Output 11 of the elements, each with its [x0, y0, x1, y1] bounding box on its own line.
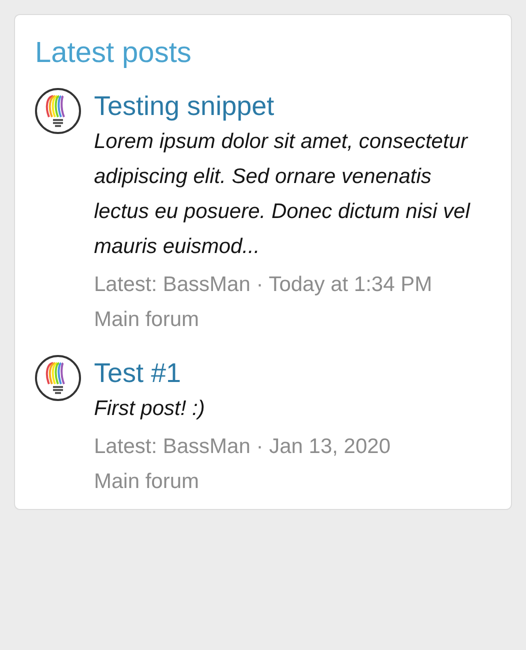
- forum-link[interactable]: Main forum: [94, 302, 491, 337]
- post-snippet: First post! :): [94, 396, 206, 422]
- avatar-icon: [35, 355, 81, 401]
- forum-link[interactable]: Main forum: [94, 464, 391, 499]
- block-title: Latest posts: [35, 36, 192, 71]
- post-title-link[interactable]: Testing snippet: [94, 88, 491, 124]
- post-title-link[interactable]: Test #1: [94, 355, 391, 391]
- post-snippet: Lorem ipsum dolor sit amet, consectetur adipiscing elit. Sed ornare venenatis lectus eu posuere. Donec dictum nisi vel mauris euismod...: [94, 129, 472, 260]
- post-latest: Latest: BassMan · Today at 1:34 PM: [94, 272, 434, 298]
- avatar-icon: [35, 88, 81, 134]
- post-latest: Latest: BassMan · Jan 13, 2020: [94, 434, 391, 460]
